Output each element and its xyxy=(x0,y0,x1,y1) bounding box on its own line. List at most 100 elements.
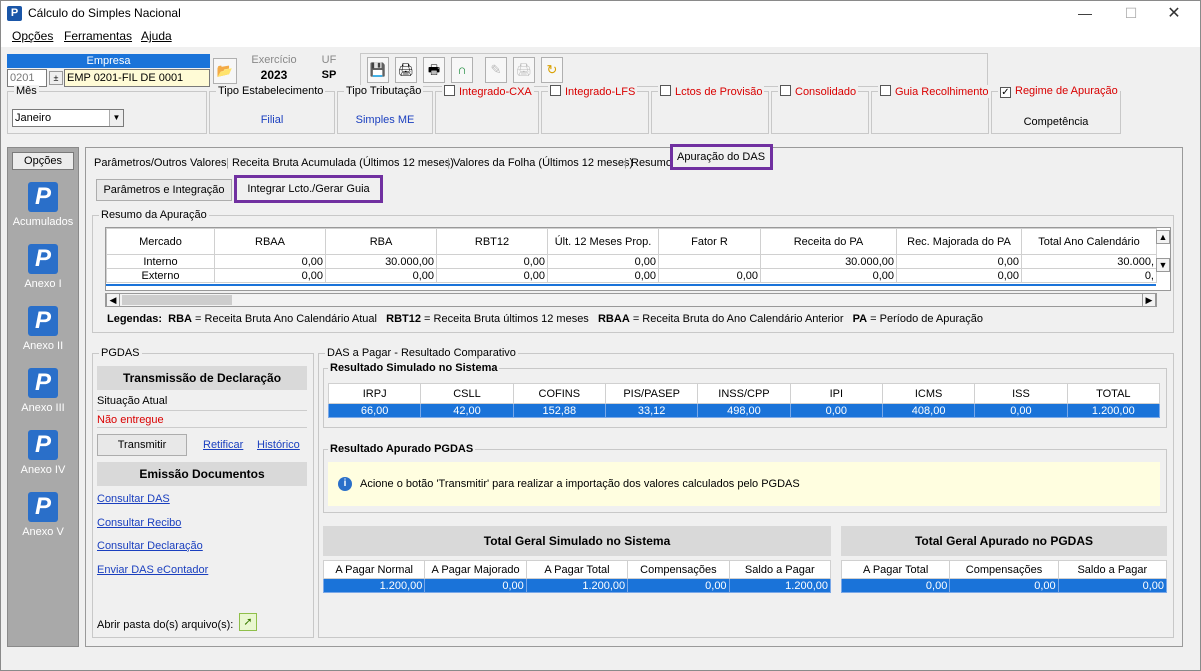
uf-value: SP xyxy=(321,69,337,81)
apurado-panel: Resultado Apurado PGDAS i Acione o botão… xyxy=(323,443,1167,513)
print-disabled-icon[interactable]: 🖨 xyxy=(513,57,535,83)
checkbox-icon[interactable] xyxy=(780,85,791,96)
col-rec-majorada[interactable]: Rec. Majorada do PA xyxy=(896,228,1022,255)
sidebar-header[interactable]: Opções xyxy=(12,152,74,170)
apurado-message-box: i Acione o botão 'Transmitir' para reali… xyxy=(328,462,1160,506)
consultar-das-link[interactable]: Consultar DAS xyxy=(97,493,170,505)
sidebar-item-acumulados[interactable]: P Acumulados xyxy=(8,182,78,228)
total-simulado-table: A Pagar Normal A Pagar Majorado A Pagar To… xyxy=(322,560,832,593)
menu-ajuda[interactable]: Ajuda xyxy=(141,29,172,43)
tab-receita-bruta[interactable]: Receita Bruta Acumulada (Últimos 12 mese… xyxy=(232,154,454,172)
scroll-right-icon[interactable]: ▶ xyxy=(1142,293,1156,307)
close-button[interactable]: ✕ xyxy=(1151,1,1197,26)
minimize-button[interactable]: — xyxy=(1062,1,1108,26)
situacao-label: Situação Atual xyxy=(97,395,168,407)
col-rbt12[interactable]: RBT12 xyxy=(436,228,548,255)
sidebar-item-anexo-i[interactable]: P Anexo I xyxy=(8,244,78,290)
total-apurado-table: A Pagar Total Compensações Saldo a Pagar 0… xyxy=(840,560,1168,593)
info-icon: i xyxy=(338,477,352,491)
historico-link[interactable]: Histórico xyxy=(257,439,300,451)
transmissao-header: Transmissão de Declaração xyxy=(97,366,307,390)
menu-ferramentas[interactable]: Ferramentas xyxy=(64,29,132,43)
unlock-icon[interactable]: ∩ xyxy=(451,57,473,83)
empresa-label: Empresa xyxy=(7,54,210,68)
tab-apuracao-das[interactable]: Apuração do DAS xyxy=(670,144,773,170)
tab-parametros[interactable]: Parâmetros/Outros Valores xyxy=(94,154,226,172)
emissao-header: Emissão Documentos xyxy=(97,462,307,486)
chk-lctos-provisao[interactable]: Lctos de Provisão xyxy=(658,85,765,98)
table-row[interactable]: Interno 0,00 30.000,00 0,00 0,00 30.000,00 0,0… xyxy=(106,254,1157,269)
table-row[interactable]: 1.200,00 0,00 1.200,00 0,00 1.200,00 xyxy=(322,578,832,593)
das-title: DAS a Pagar - Resultado Comparativo xyxy=(325,347,518,359)
retificar-link[interactable]: Retificar xyxy=(203,439,243,451)
chk-guia-recolhimento-group: Guia Recolhimento xyxy=(871,85,991,134)
p-icon: P xyxy=(28,368,58,398)
printer-setup-icon[interactable]: 🖶 xyxy=(423,57,445,83)
open-folder-icon[interactable]: 📂 xyxy=(213,58,237,84)
edit-disabled-icon[interactable]: ✎ xyxy=(485,57,507,83)
regime-value: Competência xyxy=(1023,116,1089,128)
checkbox-checked-icon[interactable]: ✓ xyxy=(1000,87,1011,98)
chk-integrado-lfs[interactable]: Integrado-LFS xyxy=(548,85,638,98)
tipo-trib-group: Tipo Tributação Simples ME xyxy=(337,85,433,134)
sidebar-item-anexo-v[interactable]: P Anexo V xyxy=(8,492,78,538)
scroll-thumb[interactable] xyxy=(122,295,232,305)
checkbox-icon[interactable] xyxy=(660,85,671,96)
print-icon[interactable]: 🖨 xyxy=(395,57,417,83)
simulado-header-row: IRPJ CSLL COFINS PIS/PASEP INSS/CPP IPI ICMS IS… xyxy=(327,383,1161,404)
consultar-recibo-link[interactable]: Consultar Recibo xyxy=(97,517,181,529)
app-icon: P xyxy=(7,6,22,21)
chk-regime-apuracao[interactable]: ✓ Regime de Apuração xyxy=(998,85,1120,98)
col-receita-pa[interactable]: Receita do PA xyxy=(760,228,897,255)
integrar-lcto-button[interactable]: Integrar Lcto./Gerar Guia xyxy=(234,175,383,203)
col-mercado[interactable]: Mercado xyxy=(106,228,215,255)
simulado-panel: Resultado Simulado no Sistema IRPJ CSLL CO… xyxy=(323,362,1167,428)
mes-select[interactable]: Janeiro ▼ xyxy=(12,109,124,127)
table-row[interactable]: 66,00 42,00 152,88 33,12 498,00 0,00 408,00 0,0… xyxy=(327,403,1161,418)
refresh-icon[interactable]: ↻ xyxy=(541,57,563,83)
p-icon: P xyxy=(28,492,58,522)
apurado-message: Acione o botão 'Transmitir' para realiza… xyxy=(360,478,800,490)
chk-consolidado[interactable]: Consolidado xyxy=(778,85,859,98)
empresa-spin-icon[interactable]: ± xyxy=(49,71,63,85)
empresa-group: Empresa 0201 ± EMP 0201-FIL DE 0001 xyxy=(7,54,210,89)
col-ult12[interactable]: Últ. 12 Meses Prop. xyxy=(547,228,659,255)
checkbox-icon[interactable] xyxy=(550,85,561,96)
table-row[interactable]: 0,00 0,00 0,00 xyxy=(840,578,1168,593)
das-panel: DAS a Pagar - Resultado Comparativo Resu… xyxy=(318,347,1174,638)
chk-guia-recolhimento[interactable]: Guia Recolhimento xyxy=(878,85,991,98)
transmitir-button[interactable]: Transmitir xyxy=(97,434,187,456)
scroll-left-icon[interactable]: ◀ xyxy=(106,293,120,307)
col-fator-r[interactable]: Fator R xyxy=(658,228,761,255)
col-rbaa[interactable]: RBAA xyxy=(214,228,326,255)
tipo-estab-label: Tipo Estabelecimento xyxy=(216,85,326,97)
checkbox-icon[interactable] xyxy=(444,85,455,96)
chk-integrado-cxa[interactable]: Integrado-CXA xyxy=(442,85,534,98)
simulado-title: Resultado Simulado no Sistema xyxy=(328,362,500,374)
chevron-down-icon[interactable]: ▼ xyxy=(109,110,123,126)
table-row[interactable]: Externo 0,00 0,00 0,00 0,00 0,00 0,00 0,00 0, xyxy=(106,268,1157,283)
tab-valores-folha[interactable]: Valores da Folha (Últimos 12 meses) xyxy=(453,154,633,172)
sidebar-item-anexo-iii[interactable]: P Anexo III xyxy=(8,368,78,414)
folder-open-icon[interactable]: ➚ xyxy=(239,613,257,631)
checkbox-icon[interactable] xyxy=(880,85,891,96)
horizontal-scrollbar[interactable]: ◀ ▶ xyxy=(105,293,1157,307)
parametros-integracao-button[interactable]: Parâmetros e Integração xyxy=(96,179,232,201)
consultar-declaracao-link[interactable]: Consultar Declaração xyxy=(97,540,203,552)
col-total-ano[interactable]: Total Ano Calendário xyxy=(1021,228,1157,255)
col-rba[interactable]: RBA xyxy=(325,228,437,255)
tab-resumo[interactable]: Resumo xyxy=(631,154,672,172)
save-icon[interactable]: 💾 xyxy=(367,57,389,83)
mes-group: Mês Janeiro ▼ xyxy=(7,85,207,134)
scroll-down-icon[interactable]: ▼ xyxy=(1156,258,1170,272)
sidebar-item-anexo-ii[interactable]: P Anexo II xyxy=(8,306,78,352)
enviar-das-econtador-link[interactable]: Enviar DAS eContador xyxy=(97,564,208,576)
sidebar-item-anexo-iv[interactable]: P Anexo IV xyxy=(8,430,78,476)
tipo-estab-group: Tipo Estabelecimento Filial xyxy=(209,85,335,134)
main-panel: Parâmetros/Outros Valores | Receita Brut… xyxy=(85,144,1183,647)
scroll-up-icon[interactable]: ▲ xyxy=(1156,230,1170,244)
p-icon: P xyxy=(28,306,58,336)
empresa-name-field[interactable]: EMP 0201-FIL DE 0001 xyxy=(64,69,210,87)
maximize-button[interactable]: ☐ xyxy=(1108,1,1154,26)
menu-opcoes[interactable]: Opções xyxy=(12,29,53,43)
